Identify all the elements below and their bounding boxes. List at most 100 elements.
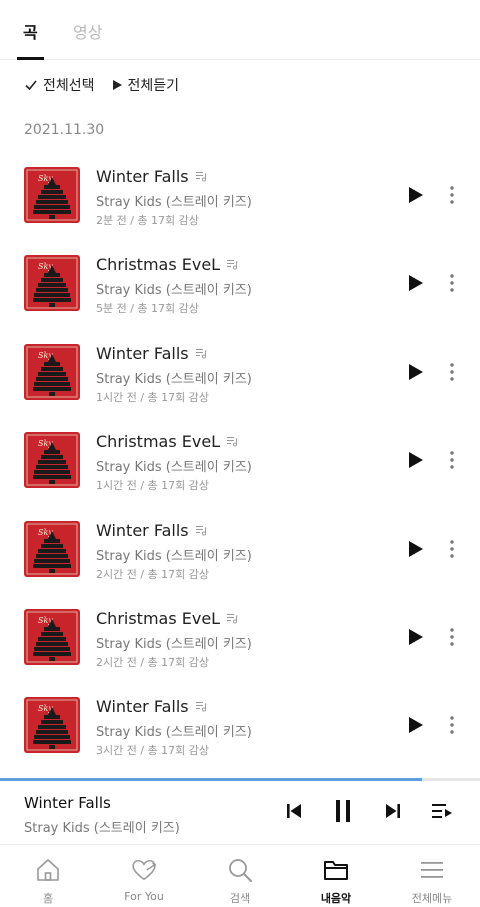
playlist-icon (432, 804, 452, 818)
track-title-row: Winter Falls (96, 344, 207, 363)
play-icon (409, 717, 423, 733)
more-options-button[interactable] (444, 537, 460, 561)
nav-search-label: 검색 (229, 892, 251, 905)
lyrics-icon (195, 521, 207, 540)
track-artist: Stray Kids (스트레이 키즈) (96, 637, 252, 652)
more-options-button[interactable] (444, 183, 460, 207)
now-playing-title: Winter Falls (24, 794, 111, 812)
track-title: Winter Falls (96, 521, 189, 540)
play-all-button[interactable]: 전체듣기 (111, 75, 180, 95)
album-art: Sky (24, 255, 80, 311)
nav-all-menu[interactable]: 전체메뉴 (384, 845, 480, 907)
play-icon (409, 187, 423, 203)
list-item[interactable]: Sky Winter Falls Stray Kids (스트레이 키즈) 2시… (0, 521, 480, 601)
track-title: Winter Falls (96, 167, 189, 186)
track-title: Winter Falls (96, 697, 189, 716)
play-track-button[interactable] (404, 360, 428, 384)
track-title-row: Christmas EveL (96, 609, 238, 628)
select-all-button[interactable]: 전체선택 (24, 75, 95, 95)
now-playing-artist: Stray Kids (스트레이 키즈) (24, 821, 180, 836)
mini-player[interactable]: Winter Falls Stray Kids (스트레이 키즈) (0, 781, 480, 844)
active-tab-indicator (17, 57, 44, 60)
more-options-button[interactable] (444, 360, 460, 384)
track-artist: Stray Kids (스트레이 키즈) (96, 283, 252, 298)
more-vertical-icon (450, 363, 454, 381)
play-icon (409, 364, 423, 380)
nav-search[interactable]: 검색 (192, 845, 288, 907)
more-options-button[interactable] (444, 713, 460, 737)
home-icon (37, 859, 59, 881)
skip-next-icon (386, 804, 400, 818)
play-track-button[interactable] (404, 183, 428, 207)
album-art: Sky (24, 697, 80, 753)
more-vertical-icon (450, 540, 454, 558)
track-title: Christmas EveL (96, 609, 221, 628)
list-actions: 전체선택 전체듣기 (24, 74, 195, 96)
track-title-row: Winter Falls (96, 697, 207, 716)
nav-my-music-label: 내음악 (320, 892, 352, 905)
track-play-info: 2시간 전 / 총 17회 감상 (96, 656, 210, 669)
track-play-info: 1시간 전 / 총 17회 감상 (96, 479, 210, 492)
list-item[interactable]: Sky Christmas EveL Stray Kids (스트레이 키즈) … (0, 255, 480, 335)
next-button[interactable] (379, 797, 407, 825)
play-track-button[interactable] (404, 448, 428, 472)
track-title-row: Winter Falls (96, 167, 207, 186)
lyrics-icon (226, 432, 238, 451)
list-item[interactable]: Sky Winter Falls Stray Kids (스트레이 키즈) 2분… (0, 167, 480, 247)
list-item[interactable]: Sky Christmas EveL Stray Kids (스트레이 키즈) … (0, 609, 480, 689)
heart-icon (132, 860, 157, 881)
more-options-button[interactable] (444, 625, 460, 649)
nav-home[interactable]: 홈 (0, 845, 96, 907)
more-vertical-icon (450, 716, 454, 734)
folder-icon (324, 861, 348, 880)
tab-bar: 곡 영상 (0, 0, 480, 60)
track-play-info: 5분 전 / 총 17회 감상 (96, 302, 199, 315)
search-icon (229, 859, 252, 882)
play-track-button[interactable] (404, 713, 428, 737)
previous-button[interactable] (280, 797, 308, 825)
skip-previous-icon (287, 804, 301, 818)
nav-all-menu-label: 전체메뉴 (411, 892, 453, 905)
play-track-button[interactable] (404, 537, 428, 561)
lyrics-icon (226, 609, 238, 628)
list-item[interactable]: Sky Christmas EveL Stray Kids (스트레이 키즈) … (0, 432, 480, 512)
pause-button[interactable] (329, 797, 357, 825)
track-artist: Stray Kids (스트레이 키즈) (96, 372, 252, 387)
track-artist: Stray Kids (스트레이 키즈) (96, 195, 252, 210)
track-title-row: Christmas EveL (96, 255, 238, 274)
lyrics-icon (195, 167, 207, 186)
track-play-info: 3시간 전 / 총 17회 감상 (96, 744, 210, 757)
track-artist: Stray Kids (스트레이 키즈) (96, 549, 252, 564)
play-track-button[interactable] (404, 625, 428, 649)
nav-my-music[interactable]: 내음악 (288, 845, 384, 907)
bottom-navigation: 홈 For You 검색 내음악 전체메뉴 (0, 844, 480, 907)
playlist-button[interactable] (428, 797, 456, 825)
album-art: Sky (24, 167, 80, 223)
check-icon (25, 80, 37, 91)
more-options-button[interactable] (444, 271, 460, 295)
more-options-button[interactable] (444, 448, 460, 472)
album-art: Sky (24, 344, 80, 400)
album-art: Sky (24, 609, 80, 665)
nav-for-you[interactable]: For You (96, 845, 192, 907)
play-track-button[interactable] (404, 271, 428, 295)
lyrics-icon (195, 697, 207, 716)
play-all-label: 전체듣기 (127, 78, 180, 94)
pause-icon (336, 800, 350, 822)
track-title: Winter Falls (96, 344, 189, 363)
menu-icon (421, 862, 443, 878)
list-item[interactable]: Sky Winter Falls Stray Kids (스트레이 키즈) 3시… (0, 697, 480, 777)
list-item[interactable]: Sky Winter Falls Stray Kids (스트레이 키즈) 1시… (0, 344, 480, 424)
date-header: 2021.11.30 (24, 122, 105, 138)
more-vertical-icon (450, 628, 454, 646)
track-artist: Stray Kids (스트레이 키즈) (96, 460, 252, 475)
nav-home-label: 홈 (42, 892, 54, 905)
tab-songs[interactable]: 곡 (23, 19, 38, 43)
lyrics-icon (226, 255, 238, 274)
tab-videos[interactable]: 영상 (73, 19, 102, 43)
play-icon (409, 629, 423, 645)
track-play-info: 2시간 전 / 총 17회 감상 (96, 568, 210, 581)
more-vertical-icon (450, 451, 454, 469)
lyrics-icon (195, 344, 207, 363)
more-vertical-icon (450, 274, 454, 292)
